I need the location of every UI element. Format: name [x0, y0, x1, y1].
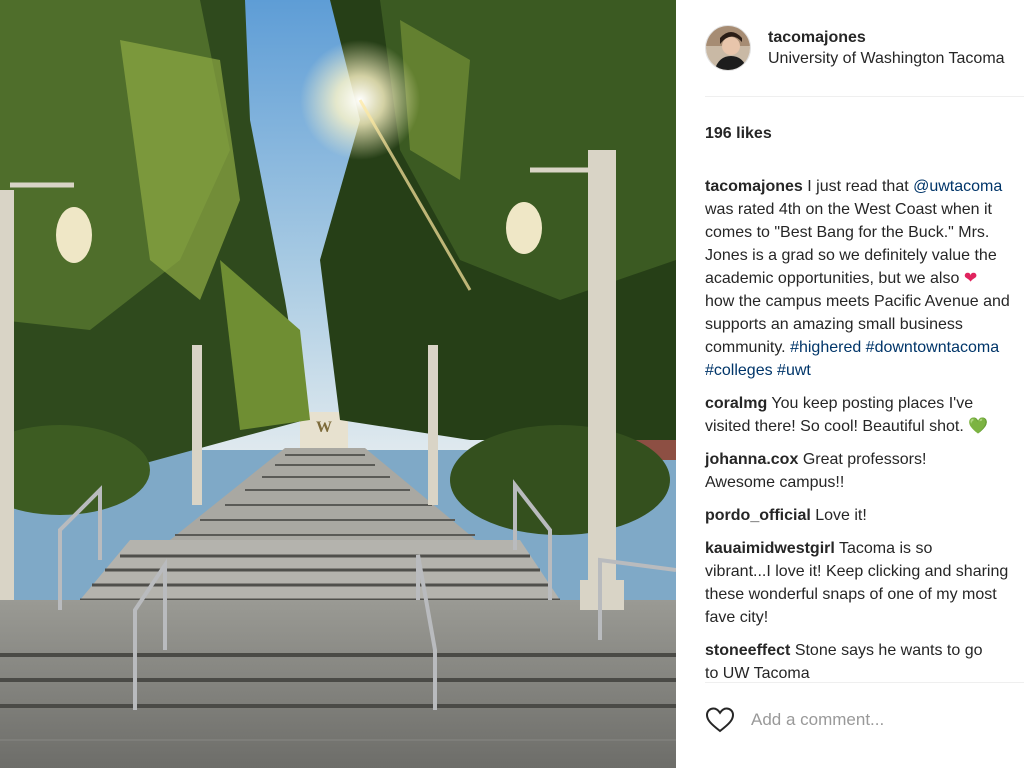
comment-username[interactable]: johanna.cox	[705, 451, 798, 468]
caption-text: how the campus meets Pacific Avenue and	[705, 293, 1010, 310]
comment-username[interactable]: pordo_official	[705, 507, 811, 524]
caption-text: comes to "Best Bang for the Buck." Mrs.	[705, 224, 990, 241]
comment-text: Awesome campus!!	[705, 474, 845, 491]
list-item: coralmg You keep posting places I've vis…	[705, 392, 1024, 438]
caption: tacomajones I just read that @uwtacoma w…	[705, 175, 1024, 382]
location-link[interactable]: University of Washington Tacoma	[768, 48, 1005, 70]
list-item: stoneeffect Stone says he wants to go to…	[705, 639, 1024, 685]
post-photo[interactable]: W	[0, 0, 676, 768]
caption-text: community.	[705, 339, 791, 356]
caption-text: I just read that	[807, 178, 914, 195]
caption-text: academic opportunities, but we also	[705, 270, 964, 287]
svg-text:W: W	[316, 419, 332, 436]
hashtag-link[interactable]: #colleges #uwt	[705, 362, 811, 379]
instagram-post: W tacomajones University of Washington T…	[0, 0, 1024, 768]
campus-stairs-image: W	[0, 0, 676, 768]
comment-username[interactable]: stoneeffect	[705, 642, 790, 659]
comment-username[interactable]: coralmg	[705, 395, 767, 412]
owner-username[interactable]: tacomajones	[768, 28, 1005, 48]
divider	[705, 682, 1024, 683]
mention-link[interactable]: @uwtacoma	[913, 178, 1002, 195]
header-text: tacomajones University of Washington Tac…	[768, 26, 1005, 70]
list-item: johanna.cox Great professors! Awesome ca…	[705, 448, 1024, 494]
comment-input[interactable]	[751, 710, 1011, 730]
heart-outline-icon[interactable]	[705, 706, 735, 734]
comment-text: fave city!	[705, 609, 769, 626]
comment-text: Love it!	[815, 507, 867, 524]
list-item: pordo_official Love it!	[705, 504, 1024, 527]
comment-text: Tacoma is so	[838, 540, 933, 557]
comment-text: Stone says he wants to go	[794, 642, 983, 659]
sidebar-content: tacomajones University of Washington Tac…	[705, 0, 1024, 695]
comment-text: You keep posting places I've	[771, 395, 974, 412]
comment-text: Great professors!	[802, 451, 927, 468]
list-item: kauaimidwestgirl Tacoma is so vibrant...…	[705, 537, 1024, 629]
caption-text: was rated 4th on the West Coast when it	[705, 201, 992, 218]
post-sidebar: tacomajones University of Washington Tac…	[676, 0, 1024, 768]
likes-count[interactable]: 196 likes	[705, 124, 1024, 144]
comment-text: these wonderful snaps of one of my most	[705, 586, 997, 603]
caption-text: supports an amazing small business	[705, 316, 963, 333]
comment-text: vibrant...I love it! Keep clicking and s…	[705, 563, 1009, 580]
heart-emoji-icon: ❤	[963, 270, 978, 287]
post-header: tacomajones University of Washington Tac…	[705, 0, 1024, 97]
comment-list: tacomajones I just read that @uwtacoma w…	[705, 175, 1024, 685]
comment-username[interactable]: kauaimidwestgirl	[705, 540, 835, 557]
avatar-image	[706, 26, 750, 70]
hashtag-link[interactable]: #highered #downtowntacoma	[790, 339, 999, 356]
comment-text: visited there! So cool! Beautiful shot. …	[705, 418, 989, 435]
caption-username[interactable]: tacomajones	[705, 178, 803, 195]
avatar[interactable]	[705, 25, 751, 71]
add-comment-bar	[705, 706, 1011, 734]
caption-text: Jones is a grad so we definitely value t…	[705, 247, 997, 264]
